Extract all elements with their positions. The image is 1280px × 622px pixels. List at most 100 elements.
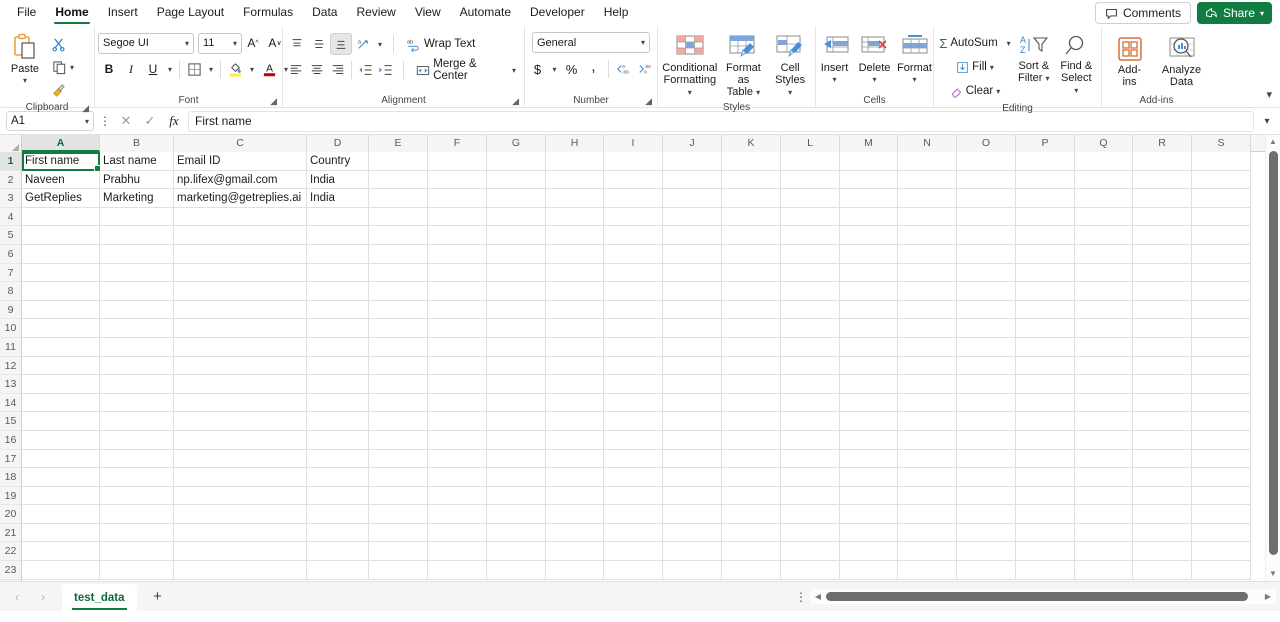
cell-Q12[interactable] (1075, 356, 1133, 376)
accounting-dropdown[interactable]: ▾ (549, 58, 561, 80)
cell-G23[interactable] (487, 561, 546, 580)
cell-L15[interactable] (781, 412, 840, 431)
cell-P20[interactable] (1016, 505, 1075, 524)
row-header-16[interactable]: 16 (0, 431, 21, 450)
row-header-10[interactable]: 10 (0, 319, 21, 338)
cell-B9[interactable] (100, 300, 174, 320)
cell-C23[interactable] (174, 561, 307, 580)
cell-M8[interactable] (840, 282, 898, 301)
cell-K2[interactable] (722, 170, 781, 190)
cell-M12[interactable] (840, 356, 898, 376)
cell-J11[interactable] (663, 337, 722, 357)
cell-F22[interactable] (428, 542, 487, 562)
enter-icon[interactable]: ✓ (140, 113, 160, 129)
cell-F13[interactable] (428, 375, 487, 394)
cell-A23[interactable] (22, 561, 100, 580)
cell-N22[interactable] (898, 542, 957, 562)
cell-N17[interactable] (898, 449, 957, 469)
cell-R21[interactable] (1133, 523, 1192, 543)
cell-G13[interactable] (487, 375, 546, 394)
cell-S23[interactable] (1192, 561, 1251, 580)
cell-styles-button[interactable]: Cell Styles ▾ (768, 32, 812, 101)
cell-G22[interactable] (487, 542, 546, 562)
fill-color-dropdown[interactable]: ▾ (246, 58, 258, 80)
cell-P5[interactable] (1016, 226, 1075, 245)
cell-H9[interactable] (546, 300, 604, 320)
column-header-f[interactable]: F (428, 135, 487, 152)
cell-D1[interactable]: Country (307, 152, 369, 171)
cell-D21[interactable] (307, 523, 369, 543)
cell-E7[interactable] (369, 263, 428, 283)
cell-I15[interactable] (604, 412, 663, 431)
cell-S14[interactable] (1192, 393, 1251, 413)
cell-O5[interactable] (957, 226, 1016, 245)
cell-J12[interactable] (663, 356, 722, 376)
delete-cells-button[interactable]: Delete ▾ (855, 32, 895, 88)
cell-I9[interactable] (604, 300, 663, 320)
cell-F20[interactable] (428, 505, 487, 524)
cell-D6[interactable] (307, 244, 369, 264)
cell-C8[interactable] (174, 282, 307, 301)
cell-E13[interactable] (369, 375, 428, 394)
cell-H21[interactable] (546, 523, 604, 543)
cell-O13[interactable] (957, 375, 1016, 394)
cell-C14[interactable] (174, 393, 307, 413)
cell-R10[interactable] (1133, 319, 1192, 338)
cell-R13[interactable] (1133, 375, 1192, 394)
align-middle-button[interactable] (308, 33, 330, 55)
row-header-14[interactable]: 14 (0, 394, 21, 413)
cell-S10[interactable] (1192, 319, 1251, 338)
cell-D19[interactable] (307, 486, 369, 506)
cell-Q5[interactable] (1075, 226, 1133, 245)
cell-J7[interactable] (663, 263, 722, 283)
cell-F1[interactable] (428, 152, 487, 171)
cell-Q7[interactable] (1075, 263, 1133, 283)
cell-H11[interactable] (546, 337, 604, 357)
cell-Q15[interactable] (1075, 412, 1133, 431)
cell-R16[interactable] (1133, 430, 1192, 450)
cell-L12[interactable] (781, 356, 840, 376)
row-header-6[interactable]: 6 (0, 245, 21, 264)
cell-S12[interactable] (1192, 356, 1251, 376)
cell-F10[interactable] (428, 319, 487, 338)
cell-B2[interactable]: Prabhu (100, 170, 174, 190)
borders-dropdown[interactable]: ▾ (205, 58, 217, 80)
cell-H1[interactable] (546, 152, 604, 171)
cell-D10[interactable] (307, 319, 369, 338)
cell-A6[interactable] (22, 244, 100, 264)
cell-H6[interactable] (546, 244, 604, 264)
expand-formula-bar-button[interactable]: ▾ (1258, 116, 1276, 127)
cell-B18[interactable] (100, 468, 174, 487)
align-bottom-button[interactable] (330, 33, 352, 55)
cell-P9[interactable] (1016, 300, 1075, 320)
cell-K8[interactable] (722, 282, 781, 301)
cell-E18[interactable] (369, 468, 428, 487)
cell-R11[interactable] (1133, 337, 1192, 357)
cell-Q2[interactable] (1075, 170, 1133, 190)
font-family-select[interactable]: Segoe UI ▾ (98, 32, 194, 54)
cell-S16[interactable] (1192, 430, 1251, 450)
status-bar-options[interactable]: ⋮ (792, 590, 810, 604)
cell-L4[interactable] (781, 207, 840, 227)
cell-F18[interactable] (428, 468, 487, 487)
cell-M23[interactable] (840, 561, 898, 580)
cell-M18[interactable] (840, 468, 898, 487)
cell-J13[interactable] (663, 375, 722, 394)
cell-A14[interactable] (22, 393, 100, 413)
cell-B3[interactable]: Marketing (100, 189, 174, 208)
cell-C3[interactable]: marketing@getreplies.ai (174, 189, 307, 208)
cell-L13[interactable] (781, 375, 840, 394)
cell-R4[interactable] (1133, 207, 1192, 227)
cell-A18[interactable] (22, 468, 100, 487)
cell-M11[interactable] (840, 337, 898, 357)
cell-K21[interactable] (722, 523, 781, 543)
column-header-q[interactable]: Q (1075, 135, 1133, 152)
cell-H17[interactable] (546, 449, 604, 469)
addins-button[interactable]: Add-ins (1108, 34, 1152, 90)
cell-K10[interactable] (722, 319, 781, 338)
cell-Q11[interactable] (1075, 337, 1133, 357)
cell-D17[interactable] (307, 449, 369, 469)
cell-N6[interactable] (898, 244, 957, 264)
cell-G12[interactable] (487, 356, 546, 376)
scroll-up-icon[interactable]: ▲ (1269, 135, 1277, 149)
